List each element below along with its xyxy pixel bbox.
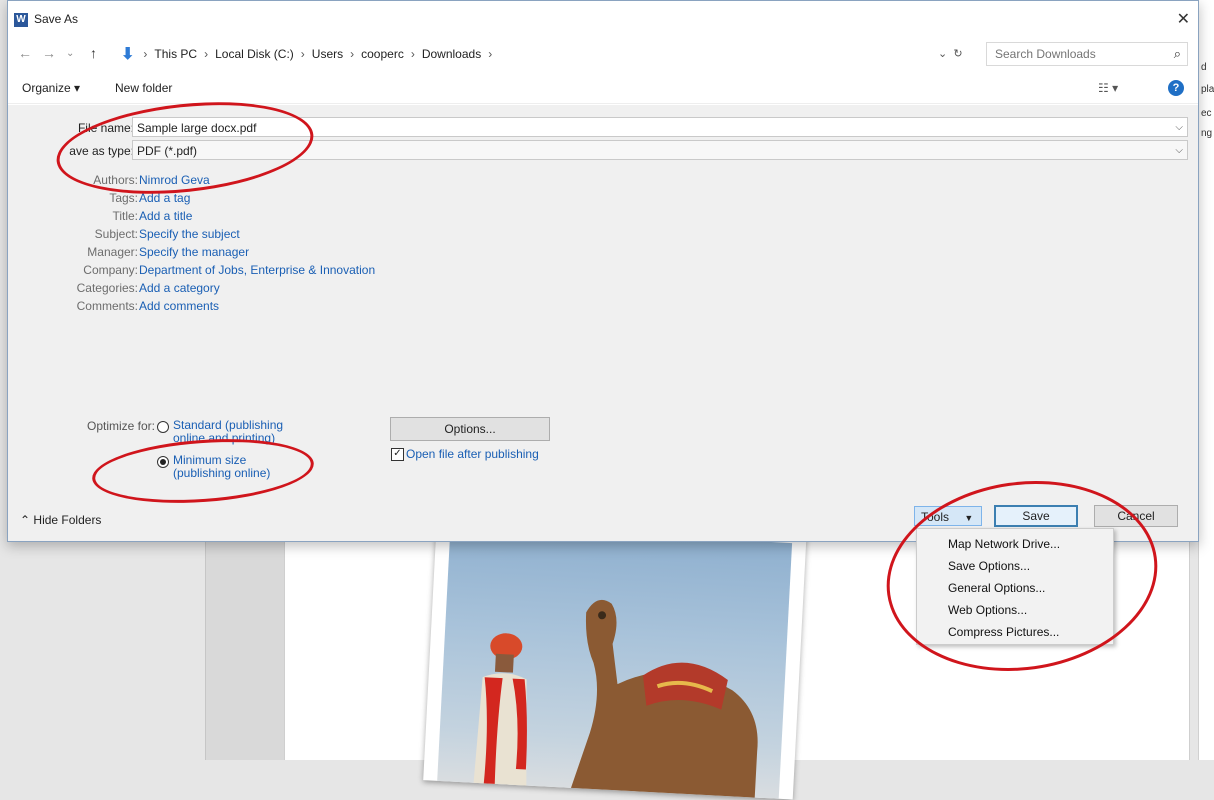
toolbar: Organize ▾ New folder ☷ ▾ ? [8,73,1198,104]
menu-item-map-network-drive[interactable]: Map Network Drive... [948,537,1060,551]
breadcrumb-separator-icon[interactable]: › [301,47,305,61]
address-dropdown-refresh-icon[interactable]: ⌄ ↻ [938,47,963,60]
open-after-checkbox[interactable]: ✓ [391,448,404,461]
chevron-up-icon: ⌃ [20,513,31,527]
file-name-row: File name: Sample large docx.pdf ⌵ [8,117,1198,139]
file-name-value: Sample large docx.pdf [137,121,257,135]
camel-man-photo [472,599,758,799]
document-photo [423,510,807,800]
meta-value[interactable]: Nimrod Geva [139,173,210,187]
open-after-label[interactable]: Open file after publishing [406,447,539,461]
tools-label: Tools [921,510,950,524]
optimize-standard-line2[interactable]: online and printing) [173,432,275,445]
menu-item-general-options[interactable]: General Options... [948,581,1045,595]
file-name-label: File name: [77,121,134,135]
cancel-button[interactable]: Cancel [1094,505,1178,527]
optimize-for-label: Optimize for: [87,419,156,433]
text-fragment: d [1201,62,1207,73]
meta-label: Authors: [93,173,138,187]
meta-comments: Comments: Add comments [8,299,408,317]
hide-folders-button[interactable]: ⌃ Hide Folders [20,513,101,527]
meta-label: Company: [83,263,138,277]
meta-label: Categories: [76,281,138,295]
breadcrumb-separator-icon[interactable]: › [350,47,354,61]
meta-label: Subject: [94,227,138,241]
photo-image [437,525,793,799]
breadcrumb-users[interactable]: Users [312,47,343,61]
chevron-down-icon[interactable]: ⌵ [1175,141,1183,161]
search-box[interactable]: ⌕ [986,42,1188,66]
breadcrumb-separator-icon[interactable]: › [204,47,208,61]
text-fragment: pla [1201,84,1214,95]
forward-arrow-icon[interactable]: → [42,45,56,61]
meta-value[interactable]: Add comments [139,299,219,313]
meta-label: Comments: [76,299,138,313]
menu-item-save-options[interactable]: Save Options... [948,559,1030,573]
meta-title: Title: Add a title [8,209,408,227]
recent-locations-chevron-icon[interactable]: ⌄ [66,48,74,59]
meta-categories: Categories: Add a category [8,281,408,299]
word-ruler-strip [205,540,285,760]
tools-menu: Map Network Drive... Save Options... Gen… [916,528,1114,645]
breadcrumb-separator-icon[interactable]: › [488,47,492,61]
meta-company: Company: Department of Jobs, Enterprise … [8,263,408,281]
navigation-bar: ← → ⌄ ↑ ⬇ › This PC › Local Disk (C:) › … [8,41,1198,67]
word-right-pane: d pla ec ng [1198,0,1214,760]
breadcrumb-this-pc[interactable]: This PC [154,47,197,61]
breadcrumb-separator-icon[interactable]: › [411,47,415,61]
optimize-minimum-radio[interactable] [157,456,169,468]
meta-label: Manager: [87,245,138,259]
meta-label: Title: [112,209,138,223]
downloads-folder-icon: ⬇ [121,46,135,63]
save-type-select[interactable]: PDF (*.pdf) ⌵ [132,140,1188,160]
menu-item-compress-pictures[interactable]: Compress Pictures... [948,625,1059,639]
meta-value[interactable]: Add a category [139,281,220,295]
meta-value[interactable]: Specify the manager [139,245,249,259]
back-arrow-icon[interactable]: ← [18,45,32,61]
options-button[interactable]: Options... [390,417,550,441]
chevron-down-icon[interactable]: ⌵ [1175,118,1183,138]
save-type-label: ave as type: [69,144,134,158]
text-fragment: ec [1201,108,1212,119]
search-input[interactable] [987,46,1157,62]
breadcrumb-local-disk[interactable]: Local Disk (C:) [215,47,294,61]
save-button[interactable]: Save [994,505,1078,527]
meta-label: Tags: [109,191,138,205]
text-fragment: ng [1201,128,1213,139]
help-icon[interactable]: ? [1168,80,1184,96]
meta-value[interactable]: Add a tag [139,191,190,205]
search-icon[interactable]: ⌕ [1174,46,1181,62]
dialog-title: Save As [34,12,79,26]
tools-button[interactable]: Tools ▼ [914,506,982,526]
save-as-dialog: W Save As ✕ ← → ⌄ ↑ ⬇ › This PC › Local … [7,0,1199,542]
close-icon[interactable]: ✕ [1177,9,1190,29]
title-bar: W Save As ✕ [8,1,1198,39]
new-folder-button[interactable]: New folder [115,81,172,95]
meta-value[interactable]: Department of Jobs, Enterprise & Innovat… [139,263,375,277]
hide-folders-label: Hide Folders [33,513,102,527]
optimize-standard-radio[interactable] [157,421,169,433]
organize-button[interactable]: Organize ▾ [22,81,80,95]
menu-item-web-options[interactable]: Web Options... [948,603,1027,617]
word-app-icon: W [14,13,28,27]
save-type-row: ave as type: PDF (*.pdf) ⌵ [8,140,1198,162]
change-view-icon[interactable]: ☷ ▾ [1098,81,1118,95]
save-type-value: PDF (*.pdf) [137,144,198,158]
caret-down-icon: ▼ [964,513,974,523]
meta-manager: Manager: Specify the manager [8,245,408,263]
optimize-minimum-line2[interactable]: (publishing online) [173,467,270,480]
meta-tags: Tags: Add a tag [8,191,408,209]
breadcrumb-cooperc[interactable]: cooperc [361,47,404,61]
meta-value[interactable]: Add a title [139,209,192,223]
meta-subject: Subject: Specify the subject [8,227,408,245]
up-arrow-icon[interactable]: ↑ [90,45,97,61]
meta-value[interactable]: Specify the subject [139,227,240,241]
address-bar[interactable]: ⬇ › This PC › Local Disk (C:) › Users › … [120,42,987,66]
breadcrumb-downloads[interactable]: Downloads [422,47,481,61]
breadcrumb-separator-icon[interactable]: › [143,47,147,61]
meta-authors: Authors: Nimrod Geva [8,173,408,191]
file-name-input[interactable]: Sample large docx.pdf ⌵ [132,117,1188,137]
